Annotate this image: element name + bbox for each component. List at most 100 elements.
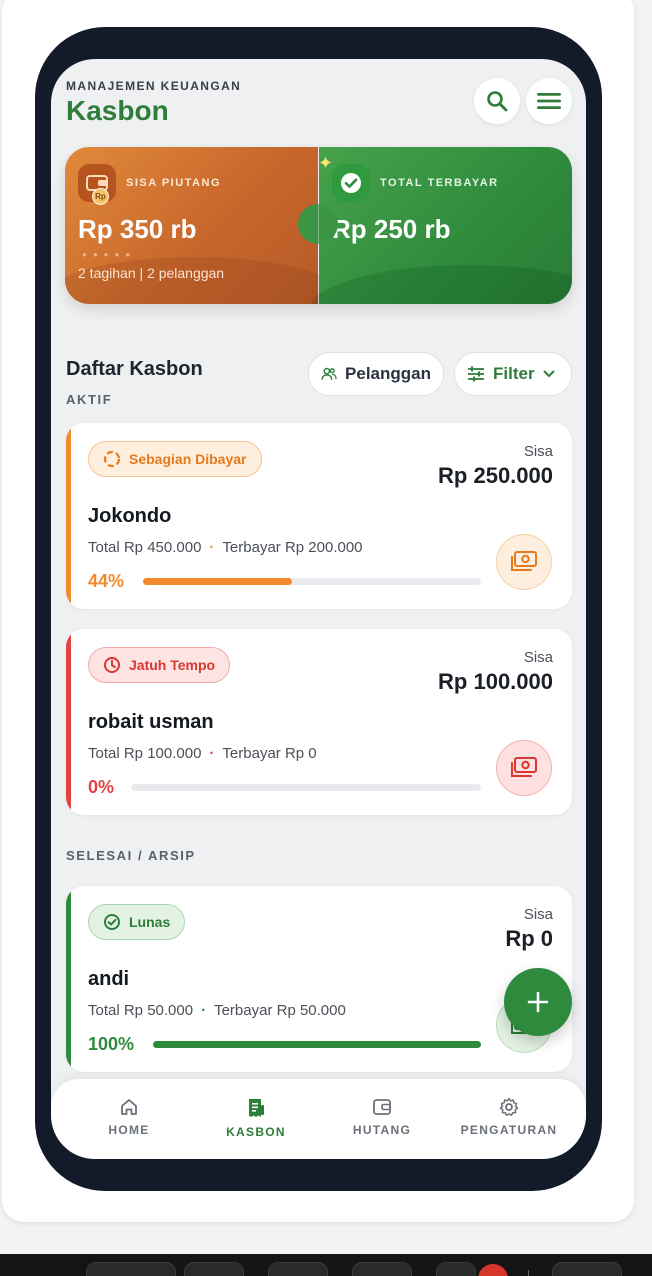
separator-dot: · [209, 745, 215, 762]
customer-name: andi [88, 968, 130, 990]
rupiah-badge: Rp [92, 188, 109, 205]
cash-icon [511, 551, 537, 571]
filter-button-label: Filter [493, 364, 535, 383]
status-badge: Sebagian Dibayar [88, 441, 262, 477]
app-eyebrow: MANAJEMEN KEUANGAN [66, 79, 242, 93]
customers-button[interactable]: Pelanggan [308, 352, 444, 396]
nav-item-hutang[interactable]: HUTANG [322, 1097, 442, 1137]
nav-label: KASBON [226, 1125, 286, 1139]
users-icon [321, 367, 337, 380]
status-badge-label: Jatuh Tempo [129, 657, 216, 673]
app-screen: MANAJEMEN KEUANGAN Kasbon Rp SISA PIUTAN… [51, 59, 586, 1159]
taskbar-app[interactable] [184, 1262, 244, 1276]
nav-item-pengaturan[interactable]: PENGATURAN [449, 1097, 569, 1137]
search-button[interactable] [474, 78, 520, 124]
progress-percent: 0% [88, 777, 115, 797]
paid-amount: Terbayar Rp 50.000 [214, 1002, 346, 1019]
nav-label: HOME [108, 1123, 150, 1137]
nav-label: PENGATURAN [460, 1123, 558, 1137]
taskbar-separator [528, 1270, 529, 1276]
chevron-down-icon [543, 370, 555, 378]
paid-panel[interactable]: TOTAL TERBAYAR Rp 250 rb [309, 147, 572, 304]
total-amount: Total Rp 50.000 [88, 1002, 194, 1019]
customer-name: Jokondo [88, 505, 172, 527]
kasbon-card-robait-usman[interactable]: Jatuh Tempo Sisa Rp 100.000 robait usman… [66, 629, 572, 815]
status-badge: Jatuh Tempo [88, 647, 231, 683]
taskbar-app[interactable] [552, 1262, 622, 1276]
taskbar [0, 1254, 652, 1276]
sparkle-icon: ✦ [318, 153, 334, 173]
progress-fill [153, 1041, 481, 1048]
home-icon [121, 1099, 137, 1115]
remaining-value: Rp 250.000 [438, 463, 553, 488]
remaining-value: Rp 100.000 [438, 669, 553, 694]
receipt-icon [249, 1099, 264, 1117]
customer-name: robait usman [88, 711, 214, 733]
check-circle-icon [104, 914, 120, 930]
remaining-label: Sisa [523, 443, 553, 460]
total-amount: Total Rp 100.000 [88, 745, 202, 762]
taskbar-app[interactable] [86, 1262, 176, 1276]
receivable-panel[interactable]: Rp SISA PIUTANG Rp 350 rb ●●●●● 2 tagiha… [65, 147, 345, 304]
status-badge: Lunas [88, 904, 186, 940]
plus-icon [527, 991, 549, 1013]
nav-item-kasbon[interactable]: KASBON [196, 1097, 316, 1139]
progress-percent: 100% [88, 1034, 135, 1054]
cash-icon [511, 757, 537, 777]
sliders-icon [468, 366, 484, 382]
separator-dot: · [209, 539, 215, 556]
paid-label: TOTAL TERBAYAR [380, 177, 499, 189]
amount-summary: Total Rp 450.000 · Terbayar Rp 200.000 [88, 539, 363, 556]
amount-summary: Total Rp 100.000 · Terbayar Rp 0 [88, 745, 317, 762]
progress-track [131, 784, 481, 791]
add-kasbon-button[interactable] [504, 968, 572, 1036]
remaining-label: Sisa [523, 649, 553, 666]
kasbon-card-jokondo[interactable]: Sebagian Dibayar Sisa Rp 250.000 Jokondo… [66, 423, 572, 609]
active-section-label: AKTIF [66, 392, 113, 407]
total-amount: Total Rp 450.000 [88, 539, 202, 556]
receivable-label: SISA PIUTANG [126, 177, 222, 189]
progress-track [153, 1041, 481, 1048]
receivable-subtitle: 2 tagihan | 2 pelanggan [78, 265, 225, 281]
paid-amount: Terbayar Rp 0 [222, 745, 317, 762]
receivable-value: Rp 350 rb [78, 214, 197, 244]
archive-section-label: SELESAI / ARSIP [66, 848, 196, 863]
progress-percent: 44% [88, 571, 125, 591]
decorative-wave [309, 265, 572, 304]
separator-dot: · [201, 1002, 207, 1019]
search-icon [487, 91, 508, 112]
card-accent-bar [66, 886, 71, 1072]
progress-track [143, 578, 481, 585]
menu-button[interactable] [526, 78, 572, 124]
clock-icon [104, 657, 120, 673]
nav-item-home[interactable]: HOME [69, 1097, 189, 1137]
taskbar-app[interactable] [352, 1262, 412, 1276]
dots-decoration: ●●●●● [82, 250, 137, 259]
gear-icon [499, 1097, 519, 1116]
page-title: Kasbon [66, 95, 169, 126]
check-icon [332, 164, 370, 202]
progress-circle-icon [103, 450, 121, 468]
kasbon-card-andi[interactable]: Lunas Sisa Rp 0 andi Total Rp 50.000 · T… [66, 886, 572, 1072]
filter-button[interactable]: Filter [454, 352, 572, 396]
customers-button-label: Pelanggan [345, 364, 431, 383]
status-badge-label: Sebagian Dibayar [129, 451, 247, 467]
wallet-icon [373, 1099, 391, 1115]
pay-button[interactable] [496, 534, 552, 590]
card-accent-bar [66, 423, 71, 609]
taskbar-app[interactable] [436, 1262, 476, 1276]
amount-summary: Total Rp 50.000 · Terbayar Rp 50.000 [88, 1002, 346, 1019]
pay-button[interactable] [496, 740, 552, 796]
progress-fill [143, 578, 292, 585]
taskbar-app[interactable] [268, 1262, 328, 1276]
remaining-label: Sisa [523, 906, 553, 923]
remaining-value: Rp 0 [505, 926, 553, 951]
nav-label: HUTANG [352, 1123, 412, 1137]
status-badge-label: Lunas [129, 914, 171, 930]
section-title: Daftar Kasbon [66, 358, 203, 380]
bottom-navigation: HOME KASBON HUTANG PENGATURAN [51, 1079, 586, 1159]
hamburger-icon [537, 93, 561, 109]
paid-value: Rp 250 rb [332, 214, 451, 244]
paid-amount: Terbayar Rp 200.000 [222, 539, 363, 556]
card-accent-bar [66, 629, 71, 815]
